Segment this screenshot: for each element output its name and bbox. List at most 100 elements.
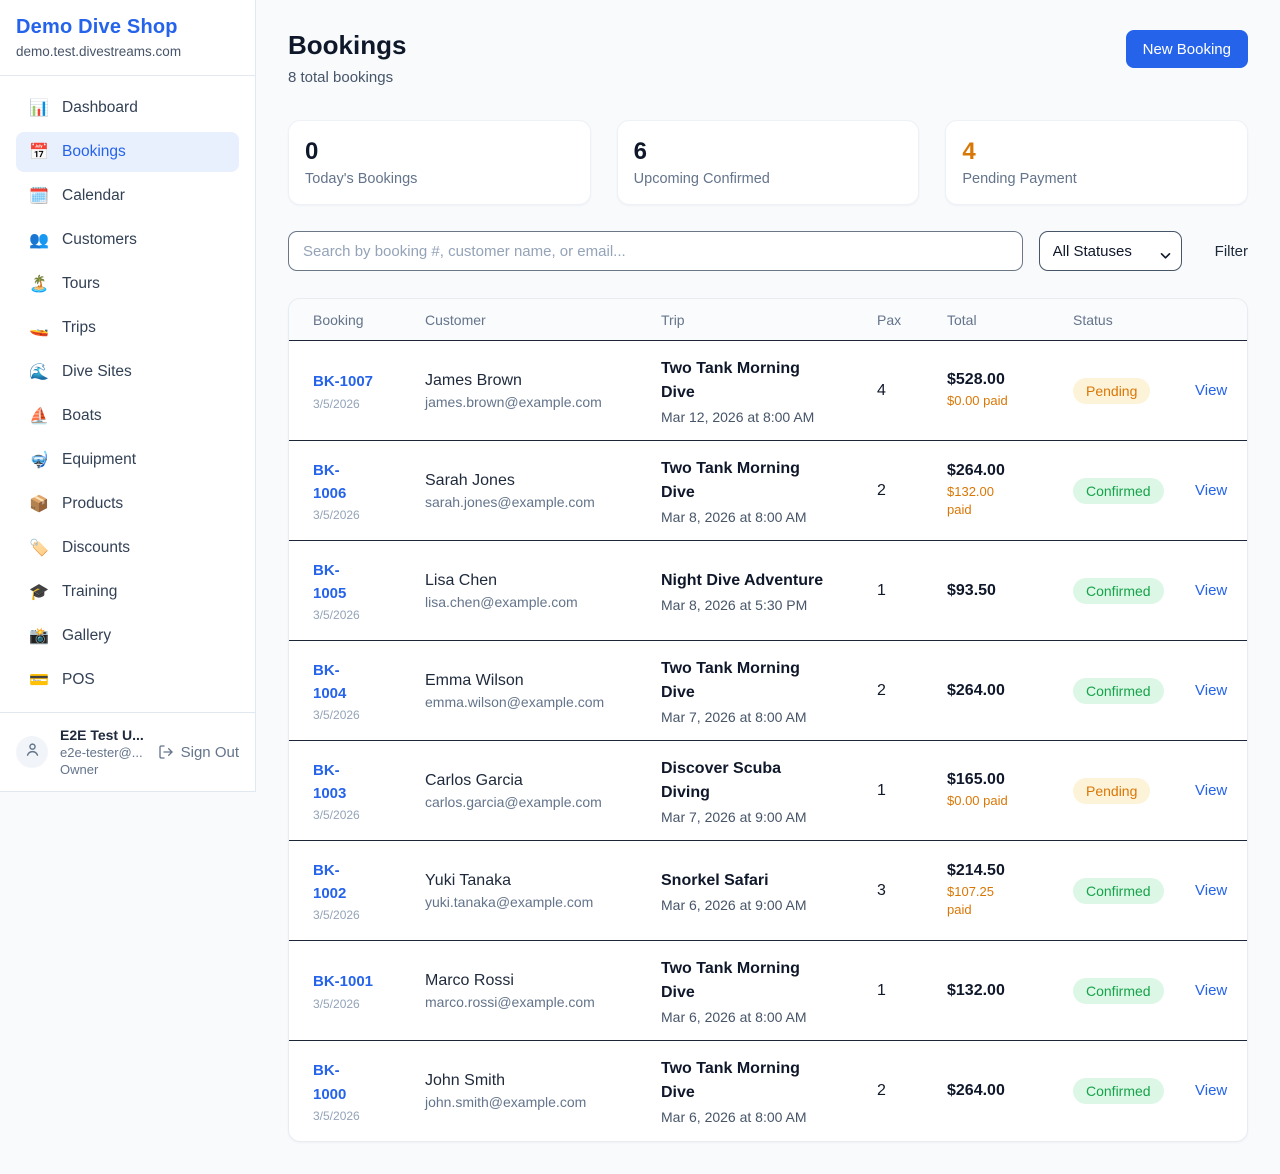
actions-cell: View bbox=[1195, 982, 1237, 1000]
avatar bbox=[16, 736, 48, 768]
pax-count: 4 bbox=[877, 382, 947, 400]
pax-count: 2 bbox=[877, 682, 947, 700]
customer-email: lisa.chen@example.com bbox=[425, 594, 651, 610]
paid-amount: $0.00 paid bbox=[947, 392, 1017, 410]
app-root: Demo Dive Shop demo.test.divestreams.com… bbox=[0, 0, 1280, 1174]
customer-cell: John Smith john.smith@example.com bbox=[425, 1072, 661, 1110]
customer-name: John Smith bbox=[425, 1072, 651, 1090]
booking-id-link[interactable]: BK-1006 bbox=[313, 459, 346, 506]
view-link[interactable]: View bbox=[1195, 782, 1227, 799]
status-cell: Confirmed bbox=[1073, 1078, 1195, 1104]
view-link[interactable]: View bbox=[1195, 682, 1227, 699]
trip-datetime: Mar 7, 2026 at 8:00 AM bbox=[661, 709, 867, 725]
gallery-icon: 📸 bbox=[29, 626, 49, 646]
sidebar-item-label: Products bbox=[62, 495, 123, 513]
sidebar-item-boats[interactable]: ⛵Boats bbox=[16, 396, 239, 436]
booking-cell: BK-1001 3/5/2026 bbox=[313, 970, 425, 1010]
user-icon bbox=[24, 741, 41, 763]
sidebar-item-trips[interactable]: 🚤Trips bbox=[16, 308, 239, 348]
sidebar-item-pos[interactable]: 💳POS bbox=[16, 660, 239, 700]
booking-date: 3/5/2026 bbox=[313, 608, 415, 622]
new-booking-button[interactable]: New Booking bbox=[1126, 30, 1248, 68]
table-row: BK-1005 3/5/2026 Lisa Chen lisa.chen@exa… bbox=[289, 541, 1247, 641]
page-subtitle: 8 total bookings bbox=[288, 69, 406, 86]
view-link[interactable]: View bbox=[1195, 482, 1227, 499]
user-role: Owner bbox=[60, 762, 146, 777]
sidebar-item-dive-sites[interactable]: 🌊 Dive Sites bbox=[16, 352, 239, 392]
paid-amount: $0.00 paid bbox=[947, 792, 1017, 810]
equipment-icon: 🤿 bbox=[29, 450, 49, 470]
booking-id-link[interactable]: BK-1000 bbox=[313, 1059, 346, 1106]
booking-id-link[interactable]: BK-1003 bbox=[313, 759, 346, 806]
status-badge: Confirmed bbox=[1073, 978, 1164, 1004]
trip-datetime: Mar 8, 2026 at 5:30 PM bbox=[661, 597, 867, 613]
stat-label: Upcoming Confirmed bbox=[634, 171, 903, 187]
actions-cell: View bbox=[1195, 1082, 1237, 1100]
user-email: e2e-tester@... bbox=[60, 745, 146, 760]
booking-date: 3/5/2026 bbox=[313, 908, 415, 922]
booking-id-link[interactable]: BK-1005 bbox=[313, 559, 346, 606]
sidebar-item-equipment[interactable]: 🤿Equipment bbox=[16, 440, 239, 480]
dive-sites-icon: 🌊 bbox=[29, 362, 49, 382]
status-badge: Confirmed bbox=[1073, 678, 1164, 704]
column-header-customer: Customer bbox=[425, 312, 661, 328]
sign-out-button[interactable]: Sign Out bbox=[158, 744, 239, 761]
customer-name: Marco Rossi bbox=[425, 972, 651, 990]
page-title: Bookings bbox=[288, 30, 406, 61]
customer-cell: James Brown james.brown@example.com bbox=[425, 372, 661, 410]
sidebar-item-training[interactable]: 🎓Training bbox=[16, 572, 239, 612]
trip-datetime: Mar 6, 2026 at 9:00 AM bbox=[661, 897, 867, 913]
trip-cell: Two Tank Morning Dive Mar 12, 2026 at 8:… bbox=[661, 357, 877, 425]
sidebar-item-label: Training bbox=[62, 583, 117, 601]
sidebar-item-bookings[interactable]: 📅Bookings bbox=[16, 132, 239, 172]
view-link[interactable]: View bbox=[1195, 582, 1227, 599]
total-cell: $132.00 bbox=[947, 982, 1073, 1000]
actions-cell: View bbox=[1195, 482, 1237, 500]
main-content: Bookings 8 total bookings New Booking 0T… bbox=[256, 0, 1280, 1174]
sidebar-nav: 📊Dashboard📅Bookings🗓️Calendar👥Customers🏝… bbox=[0, 76, 255, 712]
stat-card-upcoming-confirmed: 6Upcoming Confirmed bbox=[617, 120, 920, 205]
customer-name: Yuki Tanaka bbox=[425, 872, 651, 890]
paid-amount: $107.25 paid bbox=[947, 883, 1017, 919]
shop-domain: demo.test.divestreams.com bbox=[16, 44, 239, 59]
page-header-text: Bookings 8 total bookings bbox=[288, 30, 406, 86]
status-filter-select[interactable]: All Statuses bbox=[1039, 231, 1182, 271]
trip-datetime: Mar 8, 2026 at 8:00 AM bbox=[661, 509, 867, 525]
total-amount: $132.00 bbox=[947, 982, 1063, 1000]
customers-icon: 👥 bbox=[29, 230, 49, 250]
view-link[interactable]: View bbox=[1195, 1082, 1227, 1099]
customer-cell: Lisa Chen lisa.chen@example.com bbox=[425, 572, 661, 610]
trip-cell: Two Tank Morning Dive Mar 6, 2026 at 8:0… bbox=[661, 1057, 877, 1125]
view-link[interactable]: View bbox=[1195, 382, 1227, 399]
trip-cell: Discover Scuba Diving Mar 7, 2026 at 9:0… bbox=[661, 757, 877, 825]
booking-id-link[interactable]: BK-1001 bbox=[313, 970, 373, 993]
search-input[interactable] bbox=[288, 231, 1023, 271]
view-link[interactable]: View bbox=[1195, 882, 1227, 899]
user-name: E2E Test U... bbox=[60, 727, 146, 743]
booking-id-link[interactable]: BK-1007 bbox=[313, 370, 373, 393]
total-amount: $93.50 bbox=[947, 582, 1063, 600]
sidebar-item-customers[interactable]: 👥Customers bbox=[16, 220, 239, 260]
booking-id-link[interactable]: BK-1002 bbox=[313, 859, 346, 906]
table-row: BK-1002 3/5/2026 Yuki Tanaka yuki.tanaka… bbox=[289, 841, 1247, 941]
trip-cell: Night Dive Adventure Mar 8, 2026 at 5:30… bbox=[661, 569, 877, 613]
customer-cell: Carlos Garcia carlos.garcia@example.com bbox=[425, 772, 661, 810]
booking-id-link[interactable]: BK-1004 bbox=[313, 659, 346, 706]
filter-button[interactable]: Filter bbox=[1215, 243, 1248, 260]
sidebar-item-tours[interactable]: 🏝️Tours bbox=[16, 264, 239, 304]
status-cell: Pending bbox=[1073, 778, 1195, 804]
sidebar-item-label: Dive Sites bbox=[62, 363, 132, 381]
sidebar-item-products[interactable]: 📦Products bbox=[16, 484, 239, 524]
customer-name: Sarah Jones bbox=[425, 472, 651, 490]
sidebar-item-gallery[interactable]: 📸Gallery bbox=[16, 616, 239, 656]
trips-icon: 🚤 bbox=[29, 318, 49, 338]
trip-name: Discover Scuba Diving bbox=[661, 757, 826, 805]
view-link[interactable]: View bbox=[1195, 982, 1227, 999]
sidebar-item-dashboard[interactable]: 📊Dashboard bbox=[16, 88, 239, 128]
table-row: BK-1007 3/5/2026 James Brown james.brown… bbox=[289, 341, 1247, 441]
sidebar-item-discounts[interactable]: 🏷️Discounts bbox=[16, 528, 239, 568]
sidebar-item-label: Boats bbox=[62, 407, 102, 425]
sidebar-item-calendar[interactable]: 🗓️Calendar bbox=[16, 176, 239, 216]
shop-name: Demo Dive Shop bbox=[16, 16, 239, 39]
table-header-row: Booking Customer Trip Pax Total Status bbox=[289, 299, 1247, 341]
